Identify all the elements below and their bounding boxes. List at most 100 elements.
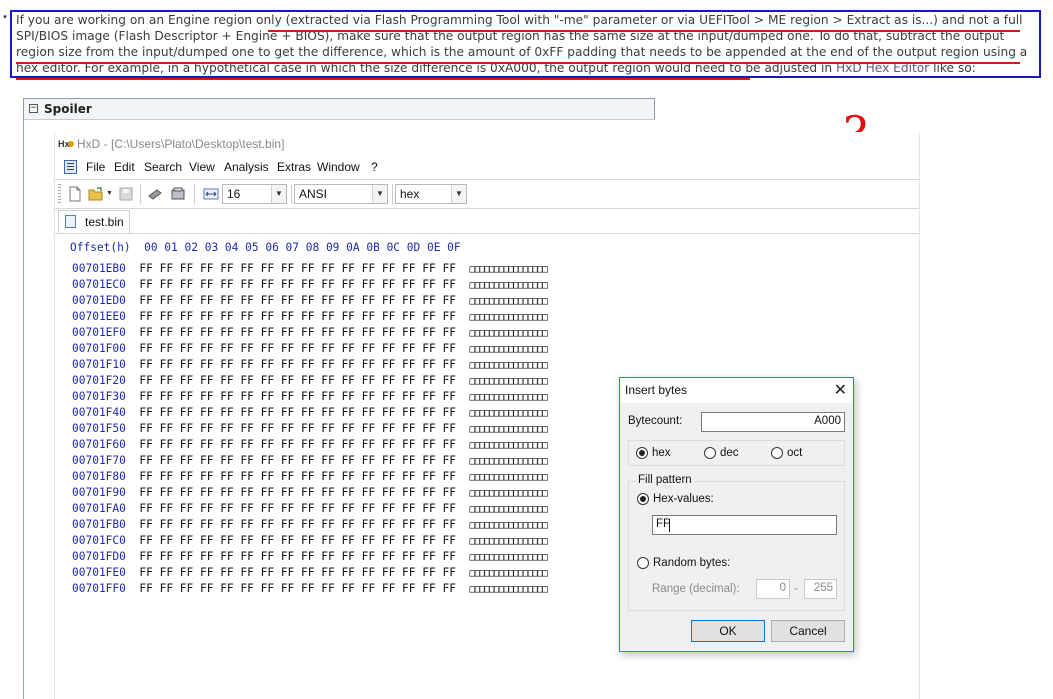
bytecount-field[interactable]: A000 [701, 412, 845, 432]
hex-row[interactable]: 00701F00 FF FF FF FF FF FF FF FF FF FF F… [72, 341, 548, 357]
open-disk-icon[interactable] [147, 186, 163, 202]
row-bytes[interactable]: FF FF FF FF FF FF FF FF FF FF FF FF FF F… [139, 390, 456, 403]
row-bytes[interactable]: FF FF FF FF FF FF FF FF FF FF FF FF FF F… [139, 502, 456, 515]
hex-values-label[interactable]: Hex-values: [653, 493, 714, 505]
row-bytes[interactable]: FF FF FF FF FF FF FF FF FF FF FF FF FF F… [139, 486, 456, 499]
row-bytes[interactable]: FF FF FF FF FF FF FF FF FF FF FF FF FF F… [139, 422, 456, 435]
row-bytes[interactable]: FF FF FF FF FF FF FF FF FF FF FF FF FF F… [139, 534, 456, 547]
hex-row[interactable]: 00701F90 FF FF FF FF FF FF FF FF FF FF F… [72, 485, 548, 501]
row-text[interactable]: □□□□□□□□□□□□□□□□ [469, 344, 547, 355]
hex-row[interactable]: 00701EF0 FF FF FF FF FF FF FF FF FF FF F… [72, 325, 548, 341]
radio-dec-label[interactable]: dec [720, 447, 739, 459]
row-text[interactable]: □□□□□□□□□□□□□□□□ [469, 280, 547, 291]
menu-view[interactable]: View [189, 160, 215, 174]
row-text[interactable]: □□□□□□□□□□□□□□□□ [469, 408, 547, 419]
row-bytes[interactable]: FF FF FF FF FF FF FF FF FF FF FF FF FF F… [139, 438, 456, 451]
row-text[interactable]: □□□□□□□□□□□□□□□□ [469, 568, 547, 579]
hex-row[interactable]: 00701F60 FF FF FF FF FF FF FF FF FF FF F… [72, 437, 548, 453]
toolbar-grip[interactable] [58, 184, 61, 204]
new-file-icon[interactable] [67, 186, 83, 202]
menu-analysis[interactable]: Analysis [224, 160, 269, 174]
row-text[interactable]: □□□□□□□□□□□□□□□□ [469, 392, 547, 403]
charset-select[interactable]: ANSI ▼ [294, 184, 388, 204]
row-bytes[interactable]: FF FF FF FF FF FF FF FF FF FF FF FF FF F… [139, 406, 456, 419]
row-text[interactable]: □□□□□□□□□□□□□□□□ [469, 472, 547, 483]
row-bytes[interactable]: FF FF FF FF FF FF FF FF FF FF FF FF FF F… [139, 326, 456, 339]
hex-row[interactable]: 00701F40 FF FF FF FF FF FF FF FF FF FF F… [72, 405, 548, 421]
radio-hex-label[interactable]: hex [652, 447, 671, 459]
hex-row[interactable]: 00701F70 FF FF FF FF FF FF FF FF FF FF F… [72, 453, 548, 469]
row-text[interactable]: □□□□□□□□□□□□□□□□ [469, 456, 547, 467]
hex-row[interactable]: 00701F50 FF FF FF FF FF FF FF FF FF FF F… [72, 421, 548, 437]
radio-oct[interactable] [771, 447, 783, 459]
random-bytes-label[interactable]: Random bytes: [653, 557, 730, 569]
radio-hex-values[interactable] [637, 493, 649, 505]
hex-row[interactable]: 00701EC0 FF FF FF FF FF FF FF FF FF FF F… [72, 277, 548, 293]
menu-search[interactable]: Search [144, 160, 182, 174]
row-text[interactable]: □□□□□□□□□□□□□□□□ [469, 520, 547, 531]
hex-row[interactable]: 00701F10 FF FF FF FF FF FF FF FF FF FF F… [72, 357, 548, 373]
row-bytes[interactable]: FF FF FF FF FF FF FF FF FF FF FF FF FF F… [139, 374, 456, 387]
document-menu-icon[interactable] [64, 160, 77, 174]
radio-hex[interactable] [636, 447, 648, 459]
hex-row[interactable]: 00701FD0 FF FF FF FF FF FF FF FF FF FF F… [72, 549, 548, 565]
row-bytes[interactable]: FF FF FF FF FF FF FF FF FF FF FF FF FF F… [139, 342, 456, 355]
row-text[interactable]: □□□□□□□□□□□□□□□□ [469, 440, 547, 451]
cancel-button[interactable]: Cancel [771, 620, 845, 642]
hex-row[interactable]: 00701F30 FF FF FF FF FF FF FF FF FF FF F… [72, 389, 548, 405]
row-bytes[interactable]: FF FF FF FF FF FF FF FF FF FF FF FF FF F… [139, 262, 456, 275]
row-text[interactable]: □□□□□□□□□□□□□□□□ [469, 584, 547, 595]
menu-help[interactable]: ? [371, 160, 378, 174]
offset-base-select[interactable]: hex ▼ [395, 184, 467, 204]
hex-row[interactable]: 00701FA0 FF FF FF FF FF FF FF FF FF FF F… [72, 501, 548, 517]
row-text[interactable]: □□□□□□□□□□□□□□□□ [469, 360, 547, 371]
row-text[interactable]: □□□□□□□□□□□□□□□□ [469, 264, 547, 275]
row-bytes[interactable]: FF FF FF FF FF FF FF FF FF FF FF FF FF F… [139, 582, 456, 595]
radio-oct-label[interactable]: oct [787, 447, 802, 459]
row-text[interactable]: □□□□□□□□□□□□□□□□ [469, 328, 547, 339]
row-bytes[interactable]: FF FF FF FF FF FF FF FF FF FF FF FF FF F… [139, 566, 456, 579]
range-from-field[interactable]: 0 [756, 579, 790, 599]
hex-row[interactable]: 00701FB0 FF FF FF FF FF FF FF FF FF FF F… [72, 517, 548, 533]
close-icon[interactable]: ✕ [834, 380, 847, 400]
menu-edit[interactable]: Edit [114, 160, 135, 174]
row-bytes[interactable]: FF FF FF FF FF FF FF FF FF FF FF FF FF F… [139, 358, 456, 371]
open-ram-icon[interactable] [170, 186, 186, 202]
menu-extras[interactable]: Extras [277, 160, 311, 174]
menu-file[interactable]: File [86, 160, 105, 174]
hex-row[interactable]: 00701FE0 FF FF FF FF FF FF FF FF FF FF F… [72, 565, 548, 581]
row-text[interactable]: □□□□□□□□□□□□□□□□ [469, 296, 547, 307]
hex-row[interactable]: 00701EB0 FF FF FF FF FF FF FF FF FF FF F… [72, 261, 548, 277]
tab-test-bin[interactable]: test.bin [58, 210, 130, 233]
hex-row[interactable]: 00701EE0 FF FF FF FF FF FF FF FF FF FF F… [72, 309, 548, 325]
hex-row[interactable]: 00701FF0 FF FF FF FF FF FF FF FF FF FF F… [72, 581, 548, 597]
ok-button[interactable]: OK [691, 620, 765, 642]
menu-window[interactable]: Window [317, 160, 360, 174]
hex-row[interactable]: 00701ED0 FF FF FF FF FF FF FF FF FF FF F… [72, 293, 548, 309]
row-text[interactable]: □□□□□□□□□□□□□□□□ [469, 376, 547, 387]
save-icon[interactable] [118, 186, 134, 202]
row-bytes[interactable]: FF FF FF FF FF FF FF FF FF FF FF FF FF F… [139, 310, 456, 323]
row-text[interactable]: □□□□□□□□□□□□□□□□ [469, 536, 547, 547]
hex-row[interactable]: 00701FC0 FF FF FF FF FF FF FF FF FF FF F… [72, 533, 548, 549]
row-text[interactable]: □□□□□□□□□□□□□□□□ [469, 424, 547, 435]
row-text[interactable]: □□□□□□□□□□□□□□□□ [469, 488, 547, 499]
row-bytes[interactable]: FF FF FF FF FF FF FF FF FF FF FF FF FF F… [139, 550, 456, 563]
spoiler-toggle-icon[interactable]: − [29, 104, 38, 113]
hex-row[interactable]: 00701F80 FF FF FF FF FF FF FF FF FF FF F… [72, 469, 548, 485]
radio-dec[interactable] [704, 447, 716, 459]
row-text[interactable]: □□□□□□□□□□□□□□□□ [469, 312, 547, 323]
open-dropdown-icon[interactable]: ▼ [106, 186, 114, 202]
row-bytes[interactable]: FF FF FF FF FF FF FF FF FF FF FF FF FF F… [139, 278, 456, 291]
row-bytes[interactable]: FF FF FF FF FF FF FF FF FF FF FF FF FF F… [139, 470, 456, 483]
hex-row[interactable]: 00701F20 FF FF FF FF FF FF FF FF FF FF F… [72, 373, 548, 389]
row-bytes[interactable]: FF FF FF FF FF FF FF FF FF FF FF FF FF F… [139, 454, 456, 467]
row-bytes[interactable]: FF FF FF FF FF FF FF FF FF FF FF FF FF F… [139, 518, 456, 531]
open-folder-icon[interactable] [88, 186, 104, 202]
range-to-field[interactable]: 255 [804, 579, 837, 599]
row-text[interactable]: □□□□□□□□□□□□□□□□ [469, 552, 547, 563]
radio-random-bytes[interactable] [637, 557, 649, 569]
hex-values-input[interactable]: FF [652, 515, 837, 535]
bytes-per-row-select[interactable]: 16 ▼ [222, 184, 287, 204]
row-bytes[interactable]: FF FF FF FF FF FF FF FF FF FF FF FF FF F… [139, 294, 456, 307]
